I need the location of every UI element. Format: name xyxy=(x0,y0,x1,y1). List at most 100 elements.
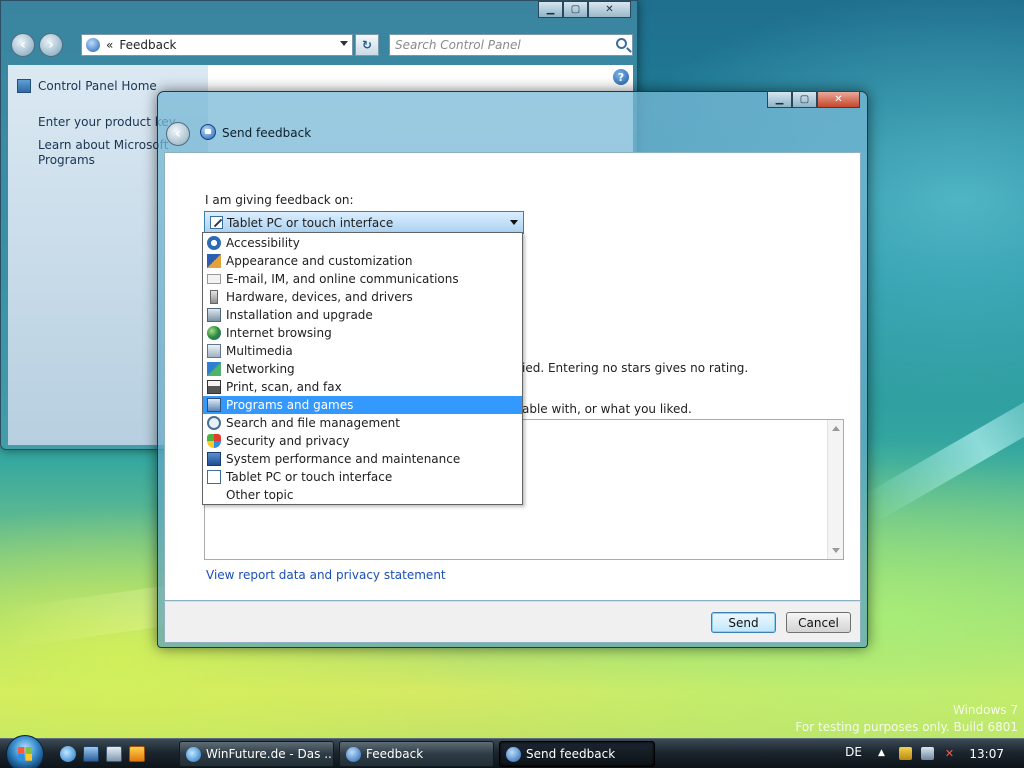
media-player-icon[interactable] xyxy=(129,746,145,762)
maximize-button[interactable]: ▢ xyxy=(792,91,817,108)
back-button[interactable]: ‹ xyxy=(11,33,35,57)
help-icon[interactable]: ? xyxy=(613,69,629,85)
minimize-button[interactable]: ▁ xyxy=(538,1,563,18)
action-center-icon[interactable] xyxy=(899,747,912,760)
build-watermark-title: Windows 7 xyxy=(952,703,1018,717)
option-label: Multimedia xyxy=(226,344,293,358)
topic-dropdown-list[interactable]: Accessibility Appearance and customizati… xyxy=(202,232,523,505)
maximize-icon: ▢ xyxy=(799,94,810,105)
dropdown-option-print[interactable]: Print, scan, and fax xyxy=(203,378,522,396)
send-button[interactable]: Send xyxy=(711,612,776,633)
tablet-icon xyxy=(210,216,223,229)
navigation-bar: ‹ › « Feedback ↻ Search Control Panel xyxy=(9,31,633,59)
cancel-button[interactable]: Cancel xyxy=(786,612,851,633)
sidebar-item-programs[interactable]: Programs xyxy=(38,153,95,168)
show-desktop-icon[interactable] xyxy=(83,746,99,762)
scroll-down-icon[interactable] xyxy=(832,548,840,553)
option-label: E-mail, IM, and online communications xyxy=(226,272,459,286)
chevron-down-icon[interactable] xyxy=(340,41,348,46)
feedback-icon xyxy=(86,38,100,52)
refresh-icon: ↻ xyxy=(361,38,373,52)
dropdown-option-search[interactable]: Search and file management xyxy=(203,414,522,432)
maximize-icon: ▢ xyxy=(570,4,581,15)
appearance-icon xyxy=(207,254,221,268)
forward-button[interactable]: › xyxy=(39,33,63,57)
switch-windows-icon[interactable] xyxy=(106,746,122,762)
build-watermark-subtitle: For testing purposes only. Build 6801 xyxy=(795,720,1018,734)
search-input[interactable]: Search Control Panel xyxy=(389,34,633,56)
option-label: Internet browsing xyxy=(226,326,332,340)
option-label: Appearance and customization xyxy=(226,254,413,268)
dropdown-option-networking[interactable]: Networking xyxy=(203,360,522,378)
privacy-statement-link[interactable]: View report data and privacy statement xyxy=(206,568,446,582)
taskbar-button-send-feedback[interactable]: Send feedback xyxy=(499,741,655,767)
installation-icon xyxy=(207,308,221,322)
dropdown-option-multimedia[interactable]: Multimedia xyxy=(203,342,522,360)
vertical-scrollbar[interactable] xyxy=(827,420,843,559)
feedback-icon xyxy=(200,124,216,140)
option-label: Installation and upgrade xyxy=(226,308,373,322)
taskbar: WinFuture.de - Das ... Feedback Send fee… xyxy=(0,735,1024,768)
maximize-button[interactable]: ▢ xyxy=(563,1,588,18)
sidebar-item-home[interactable]: Control Panel Home xyxy=(38,79,157,94)
option-label: Programs and games xyxy=(226,398,354,412)
globe-icon xyxy=(207,326,221,340)
accessibility-icon xyxy=(207,236,221,250)
hardware-icon xyxy=(210,290,218,304)
clock[interactable]: 13:07 xyxy=(969,747,1004,761)
dropdown-option-internet[interactable]: Internet browsing xyxy=(203,324,522,342)
system-icon xyxy=(207,452,221,466)
feedback-topic-select[interactable]: Tablet PC or touch interface xyxy=(204,211,524,234)
refresh-button[interactable]: ↻ xyxy=(355,34,379,56)
dropdown-option-appearance[interactable]: Appearance and customization xyxy=(203,252,522,270)
taskbar-button-label: WinFuture.de - Das ... xyxy=(206,747,334,761)
dropdown-option-programs[interactable]: Programs and games xyxy=(203,396,522,414)
search-placeholder: Search Control Panel xyxy=(395,38,521,52)
start-button[interactable] xyxy=(6,735,44,768)
minimize-icon: ▁ xyxy=(546,4,555,15)
option-label: Accessibility xyxy=(226,236,300,250)
option-label: Tablet PC or touch interface xyxy=(226,470,393,484)
dropdown-option-accessibility[interactable]: Accessibility xyxy=(203,234,522,252)
chevron-down-icon[interactable] xyxy=(510,220,518,225)
feedback-icon xyxy=(346,747,361,762)
dropdown-option-email[interactable]: E-mail, IM, and online communications xyxy=(203,270,522,288)
address-chevron[interactable]: « xyxy=(106,38,113,52)
taskbar-button-feedback[interactable]: Feedback xyxy=(339,741,494,767)
dropdown-option-system[interactable]: System performance and maintenance xyxy=(203,450,522,468)
option-label: Search and file management xyxy=(226,416,400,430)
close-button[interactable]: ✕ xyxy=(588,1,631,18)
volume-muted-icon[interactable]: ✕ xyxy=(943,747,956,760)
internet-explorer-icon xyxy=(186,747,201,762)
printer-icon xyxy=(207,380,221,394)
dialog-footer: Send Cancel xyxy=(164,601,861,643)
dropdown-option-other[interactable]: Other topic xyxy=(203,486,522,504)
wallpaper-streak xyxy=(859,367,1024,523)
programs-icon xyxy=(207,398,221,412)
control-panel-icon xyxy=(17,79,31,93)
dropdown-option-installation[interactable]: Installation and upgrade xyxy=(203,306,522,324)
dropdown-option-security[interactable]: Security and privacy xyxy=(203,432,522,450)
minimize-button[interactable]: ▁ xyxy=(767,91,792,108)
address-bar[interactable]: « Feedback xyxy=(81,34,353,56)
sidebar-item-learn-microsoft[interactable]: Learn about Microsoft xyxy=(38,138,168,153)
network-icon[interactable] xyxy=(921,747,934,760)
back-button[interactable]: ‹ xyxy=(166,122,190,146)
address-path[interactable]: Feedback xyxy=(119,38,176,52)
dropdown-option-hardware[interactable]: Hardware, devices, and drivers xyxy=(203,288,522,306)
search-icon[interactable] xyxy=(616,38,627,49)
minimize-icon: ▁ xyxy=(775,94,784,105)
close-button[interactable]: ✕ xyxy=(817,91,860,108)
dialog-title: Send feedback xyxy=(222,126,312,140)
option-label: Security and privacy xyxy=(226,434,350,448)
feedback-icon xyxy=(506,747,521,762)
dropdown-option-tablet[interactable]: Tablet PC or touch interface xyxy=(203,468,522,486)
sidebar-item-product-key[interactable]: Enter your product key xyxy=(38,115,176,130)
scroll-up-icon[interactable] xyxy=(832,426,840,431)
email-icon xyxy=(207,274,221,284)
arrow-left-icon: ‹ xyxy=(20,37,26,53)
language-indicator[interactable]: DE xyxy=(845,745,862,759)
show-hidden-icons-icon[interactable]: ▲ xyxy=(875,747,888,760)
internet-explorer-icon[interactable] xyxy=(60,746,76,762)
taskbar-button-winfuture[interactable]: WinFuture.de - Das ... xyxy=(179,741,334,767)
